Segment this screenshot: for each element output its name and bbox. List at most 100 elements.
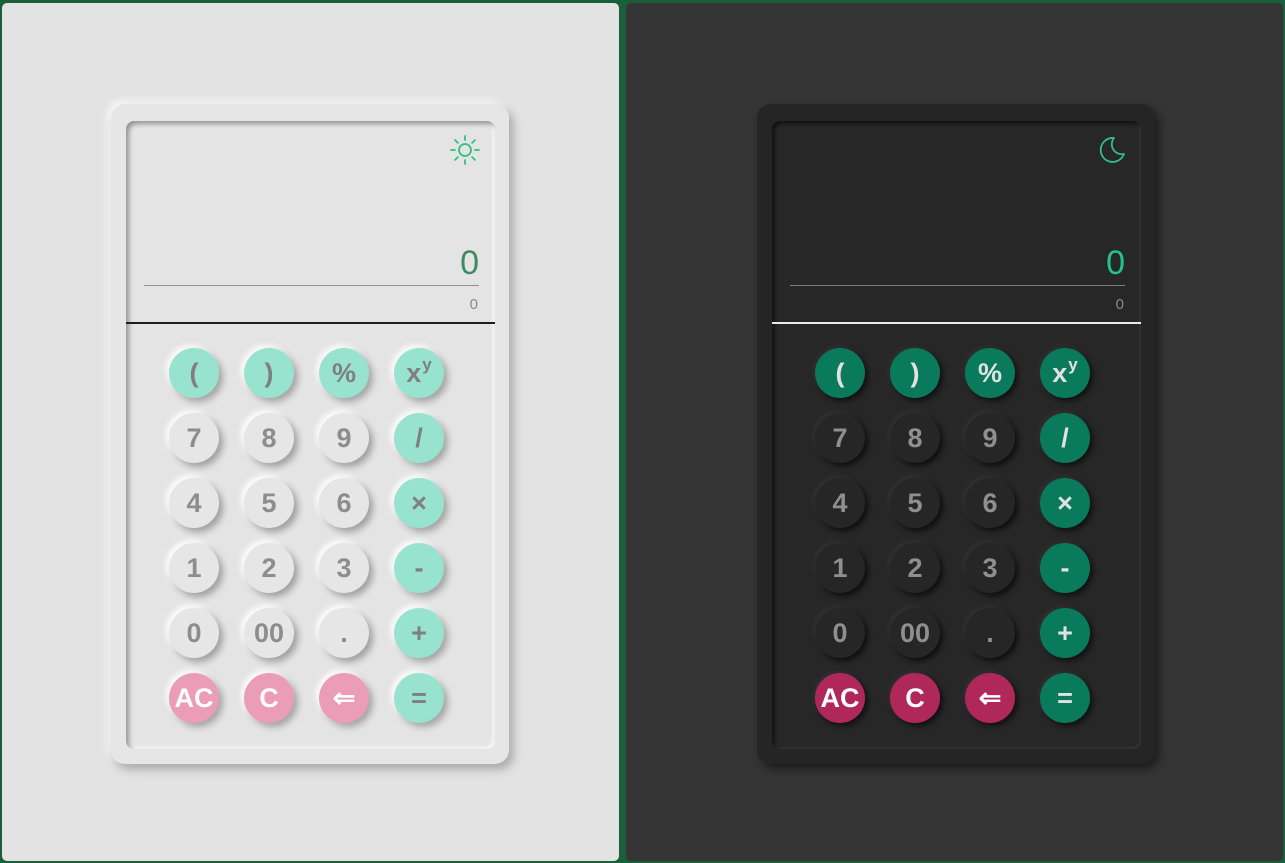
key-label: 3 xyxy=(982,552,998,583)
key-label: ⇐ xyxy=(978,682,1002,713)
divide-key[interactable]: / xyxy=(394,413,444,463)
display-separator xyxy=(144,285,479,286)
key-label: 1 xyxy=(186,552,202,583)
multiply-key[interactable]: × xyxy=(394,478,444,528)
clear-key[interactable]: C xyxy=(890,673,940,723)
power-key[interactable]: xy xyxy=(1040,348,1090,398)
key-label: = xyxy=(1057,682,1073,713)
key-label: ( xyxy=(189,357,199,388)
key-label: + xyxy=(411,617,427,648)
key-label: ⇐ xyxy=(332,682,356,713)
digit-0-key[interactable]: 0 xyxy=(815,608,865,658)
moon-icon[interactable] xyxy=(1095,134,1127,166)
digit-1-key[interactable]: 1 xyxy=(815,543,865,593)
open-paren-key[interactable]: ( xyxy=(815,348,865,398)
key-label: / xyxy=(1061,422,1069,453)
power-key[interactable]: xy xyxy=(394,348,444,398)
key-label: 8 xyxy=(907,422,923,453)
digit-3-key[interactable]: 3 xyxy=(965,543,1015,593)
subtract-key[interactable]: - xyxy=(394,543,444,593)
digit-7-key[interactable]: 7 xyxy=(169,413,219,463)
key-label: ) xyxy=(910,357,920,388)
key-label: 9 xyxy=(982,422,998,453)
light-theme-panel: 0 0 ()% x y 7 8 9/4 5 6 × 1 2 3-0 00. + AC C ⇐ = xyxy=(2,3,619,861)
subtract-key[interactable]: - xyxy=(1040,543,1090,593)
all-clear-key[interactable]: AC xyxy=(815,673,865,723)
digit-9-key[interactable]: 9 xyxy=(319,413,369,463)
close-paren-key[interactable]: ) xyxy=(244,348,294,398)
decimal-key[interactable]: . xyxy=(319,608,369,658)
key-label: ) xyxy=(264,357,274,388)
keypad: ()% x y 7 8 9/4 5 6 × 1 2 3-0 00. + AC C ⇐ = xyxy=(169,348,444,723)
backspace-key[interactable]: ⇐ xyxy=(965,673,1015,723)
calculator-light: 0 0 ()% x y 7 8 9/4 5 6 × 1 2 3-0 00. + AC C ⇐ = xyxy=(111,104,509,764)
key-label: . xyxy=(986,617,994,648)
sun-icon[interactable] xyxy=(449,134,481,166)
key-label: . xyxy=(340,617,348,648)
key-label: - xyxy=(1060,552,1070,583)
decimal-key[interactable]: . xyxy=(965,608,1015,658)
percent-key[interactable]: % xyxy=(319,348,369,398)
key-label: 8 xyxy=(261,422,277,453)
key-label: 00 xyxy=(899,617,931,648)
key-label: % xyxy=(977,357,1002,388)
calculator-body: 0 0 ()% x y 7 8 9/4 5 6 × 1 2 3-0 00. + AC C ⇐ = xyxy=(126,121,495,749)
key-label: ( xyxy=(835,357,845,388)
digit-4-key[interactable]: 4 xyxy=(815,478,865,528)
digit-8-key[interactable]: 8 xyxy=(244,413,294,463)
multiply-key[interactable]: × xyxy=(1040,478,1090,528)
all-clear-key[interactable]: AC xyxy=(169,673,219,723)
digit-5-key[interactable]: 5 xyxy=(244,478,294,528)
calculator-dark: 0 0 ()% x y 7 8 9/4 5 6 × 1 2 3-0 00. + AC C ⇐ = xyxy=(757,104,1155,764)
expression-display: 0 xyxy=(469,296,478,313)
digit-4-key[interactable]: 4 xyxy=(169,478,219,528)
percent-key[interactable]: % xyxy=(965,348,1015,398)
double-zero-key[interactable]: 00 xyxy=(244,608,294,658)
digit-2-key[interactable]: 2 xyxy=(890,543,940,593)
display-divider xyxy=(772,322,1141,324)
digit-5-key[interactable]: 5 xyxy=(890,478,940,528)
key-label: % xyxy=(331,357,356,388)
digit-3-key[interactable]: 3 xyxy=(319,543,369,593)
digit-0-key[interactable]: 0 xyxy=(169,608,219,658)
display-separator xyxy=(790,285,1125,286)
add-key[interactable]: + xyxy=(394,608,444,658)
digit-6-key[interactable]: 6 xyxy=(319,478,369,528)
dark-theme-panel: 0 0 ()% x y 7 8 9/4 5 6 × 1 2 3-0 00. + AC C ⇐ = xyxy=(626,3,1283,861)
key-label: 3 xyxy=(336,552,352,583)
equals-key[interactable]: = xyxy=(1040,673,1090,723)
key-label: 2 xyxy=(261,552,277,583)
add-key[interactable]: + xyxy=(1040,608,1090,658)
double-zero-key[interactable]: 00 xyxy=(890,608,940,658)
result-display: 0 xyxy=(460,244,479,282)
key-label: C xyxy=(905,682,925,713)
digit-9-key[interactable]: 9 xyxy=(965,413,1015,463)
key-label: 4 xyxy=(186,487,202,518)
key-superscript: y xyxy=(1068,355,1078,374)
keypad: ()% x y 7 8 9/4 5 6 × 1 2 3-0 00. + AC C ⇐ = xyxy=(815,348,1090,723)
digit-1-key[interactable]: 1 xyxy=(169,543,219,593)
backspace-key[interactable]: ⇐ xyxy=(319,673,369,723)
open-paren-key[interactable]: ( xyxy=(169,348,219,398)
digit-7-key[interactable]: 7 xyxy=(815,413,865,463)
clear-key[interactable]: C xyxy=(244,673,294,723)
key-label: 0 xyxy=(832,617,848,648)
key-label: 1 xyxy=(832,552,848,583)
key-label: 9 xyxy=(336,422,352,453)
close-paren-key[interactable]: ) xyxy=(890,348,940,398)
digit-6-key[interactable]: 6 xyxy=(965,478,1015,528)
key-label: + xyxy=(1057,617,1073,648)
key-label: 4 xyxy=(832,487,848,518)
key-label: = xyxy=(411,682,427,713)
display-divider xyxy=(126,322,495,324)
key-label: x xyxy=(406,357,422,388)
digit-8-key[interactable]: 8 xyxy=(890,413,940,463)
key-label: - xyxy=(414,552,424,583)
equals-key[interactable]: = xyxy=(394,673,444,723)
digit-2-key[interactable]: 2 xyxy=(244,543,294,593)
key-superscript: y xyxy=(422,355,432,374)
key-label: × xyxy=(411,487,427,518)
key-label: / xyxy=(415,422,423,453)
key-label: × xyxy=(1057,487,1073,518)
divide-key[interactable]: / xyxy=(1040,413,1090,463)
